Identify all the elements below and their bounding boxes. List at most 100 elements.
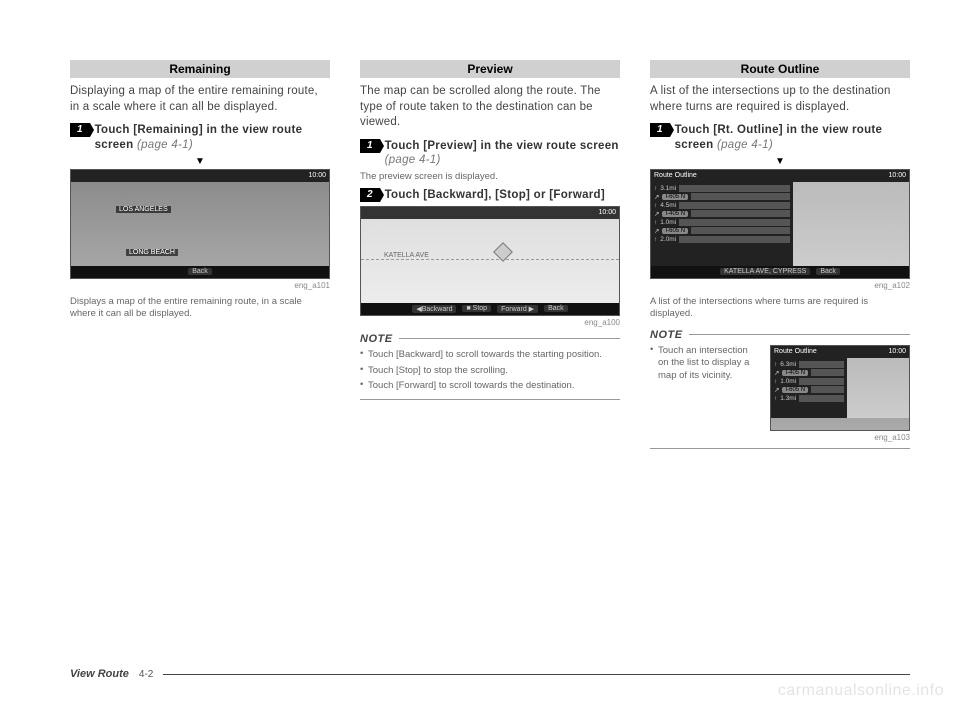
back-button: Back <box>544 305 568 312</box>
forward-button: Forward ▶ <box>497 305 538 313</box>
intro-preview: The map can be scrolled along the route.… <box>360 84 620 131</box>
back-button: Back <box>188 268 212 275</box>
outline-dist: 2.0mi <box>660 236 676 243</box>
step-2-preview: 2 Touch [Backward], [Stop] or [Forward] <box>360 188 620 203</box>
step-text-main: Touch [Remaining] in the view route scre… <box>95 124 303 151</box>
outline-road: I-605 N <box>782 387 808 393</box>
note-heading: NOTE <box>360 333 620 345</box>
header-preview: Preview <box>360 60 620 78</box>
manual-page: Remaining Displaying a map of the entire… <box>0 0 960 708</box>
outline-list: ↑3.1mi ↗I-605 N ↑4.5mi ↗I-405 N ↑1.0mi ↗… <box>651 182 793 266</box>
step-1-preview: 1 Touch [Preview] in the view route scre… <box>360 139 620 169</box>
intro-route-outline: A list of the intersections up to the de… <box>650 84 910 115</box>
note-item: Touch [Stop] to stop the scrolling. <box>360 365 620 378</box>
step-text-main: Touch [Preview] in the view route screen <box>385 140 619 152</box>
outline-row: ↑1.0mi <box>654 219 790 226</box>
screenshot-remaining: 10:00 LOS ANGELES LONG BEACH Back <box>70 169 330 279</box>
outline-row: ↗I-605 N <box>774 386 844 394</box>
step-badge: 2 <box>360 188 380 202</box>
note-heading: NOTE <box>650 329 910 341</box>
outline-road: I-605 N <box>662 228 688 234</box>
note-item: Touch an intersection on the list to dis… <box>650 345 760 383</box>
step-text: Touch [Preview] in the view route screen… <box>385 139 620 169</box>
column-route-outline: Route Outline A list of the intersection… <box>650 60 910 449</box>
caption-remaining: Displays a map of the entire remaining r… <box>70 296 330 321</box>
shot-map: LOS ANGELES LONG BEACH <box>71 182 329 266</box>
header-route-outline: Route Outline <box>650 60 910 78</box>
shot-time: 10:00 <box>308 172 326 179</box>
shot-time: 10:00 <box>888 348 906 355</box>
outline-row: ↑1.0mi <box>774 378 844 385</box>
image-id: eng_a103 <box>650 433 910 442</box>
outline-road: I-405 N <box>662 211 688 217</box>
outline-row: ↑3.1mi <box>654 185 790 192</box>
shot-topbar: 10:00 <box>71 170 329 182</box>
backward-button: ◀Backward <box>412 305 456 313</box>
outline-row: ↑1.3mi <box>774 395 844 402</box>
map-street-label: KATELLA AVE <box>381 252 432 259</box>
shot-title: Route Outline <box>654 172 697 179</box>
footer-section-title: View Route <box>70 668 129 680</box>
shot-map: KATELLA AVE <box>361 219 619 303</box>
step-text: Touch [Remaining] in the view route scre… <box>95 123 330 153</box>
header-remaining: Remaining <box>70 60 330 78</box>
current-location: KATELLA AVE, CYPRESS <box>720 268 810 275</box>
step-page-ref: (page 4-1) <box>385 154 441 166</box>
step-text: Touch [Backward], [Stop] or [Forward] <box>385 188 620 203</box>
footer-page-number: 4-2 <box>139 669 153 680</box>
outline-map-preview <box>847 358 909 418</box>
note-title-text: NOTE <box>360 333 393 345</box>
watermark: carmanualsonline.info <box>778 682 944 700</box>
note-divider <box>360 399 620 400</box>
shot-time: 10:00 <box>598 209 616 216</box>
substep-preview: The preview screen is displayed. <box>360 171 620 183</box>
column-remaining: Remaining Displaying a map of the entire… <box>70 60 330 449</box>
step-page-ref: (page 4-1) <box>717 139 773 151</box>
screenshot-outline-2: Route Outline 10:00 ↑6.3mi ↗I-405 N ↑1.0m… <box>770 345 910 431</box>
image-id: eng_a101 <box>70 281 330 290</box>
outline-row: ↑6.3mi <box>774 361 844 368</box>
step-text-main: Touch [Rt. Outline] in the view route sc… <box>675 124 883 151</box>
step-badge: 1 <box>360 139 380 153</box>
back-button: Back <box>816 268 840 275</box>
step-1-outline: 1 Touch [Rt. Outline] in the view route … <box>650 123 910 153</box>
screenshot-preview: 10:00 KATELLA AVE ◀Backward ■ Stop Forwa… <box>360 206 620 316</box>
outline-row: ↑4.5mi <box>654 202 790 209</box>
shot-topbar: Route Outline 10:00 <box>771 346 909 358</box>
shot-time: 10:00 <box>888 172 906 179</box>
step-text: Touch [Rt. Outline] in the view route sc… <box>675 123 910 153</box>
intro-remaining: Displaying a map of the entire remaining… <box>70 84 330 115</box>
shot-btmbar: Back <box>71 266 329 278</box>
outline-row: ↑2.0mi <box>654 236 790 243</box>
outline-road: I-405 N <box>782 370 808 376</box>
arrow-down-icon: ▼ <box>650 156 910 167</box>
step-badge: 1 <box>70 123 90 137</box>
outline-dist: 6.3mi <box>780 361 796 368</box>
shot-topbar: Route Outline 10:00 <box>651 170 909 182</box>
map-label: LONG BEACH <box>126 249 178 256</box>
outline-map-preview <box>793 182 909 266</box>
note-title-text: NOTE <box>650 329 683 341</box>
shot-btmbar: ◀Backward ■ Stop Forward ▶ Back <box>361 303 619 315</box>
outline-dist: 1.0mi <box>780 378 796 385</box>
shot-title: Route Outline <box>774 348 817 355</box>
image-id: eng_a100 <box>360 318 620 327</box>
screenshot-outline-1: Route Outline 10:00 ↑3.1mi ↗I-605 N ↑4.5m… <box>650 169 910 279</box>
image-id: eng_a102 <box>650 281 910 290</box>
content-columns: Remaining Displaying a map of the entire… <box>70 60 910 449</box>
map-label: LOS ANGELES <box>116 206 171 213</box>
outline-dist: 4.5mi <box>660 202 676 209</box>
outline-row: ↗I-405 N <box>774 369 844 377</box>
shot-topbar: 10:00 <box>361 207 619 219</box>
arrow-down-icon: ▼ <box>70 156 330 167</box>
outline-dist: 1.0mi <box>660 219 676 226</box>
note-item: Touch [Backward] to scroll towards the s… <box>360 349 620 362</box>
note-with-image: Route Outline 10:00 ↑6.3mi ↗I-405 N ↑1.0m… <box>650 345 910 433</box>
outline-row: ↗I-605 N <box>654 193 790 201</box>
step-1-remaining: 1 Touch [Remaining] in the view route sc… <box>70 123 330 153</box>
outline-row: ↗I-605 N <box>654 227 790 235</box>
note-divider <box>650 448 910 449</box>
note-item: Touch [Forward] to scroll towards the de… <box>360 380 620 393</box>
outline-row: ↗I-405 N <box>654 210 790 218</box>
caption-outline: A list of the intersections where turns … <box>650 296 910 321</box>
